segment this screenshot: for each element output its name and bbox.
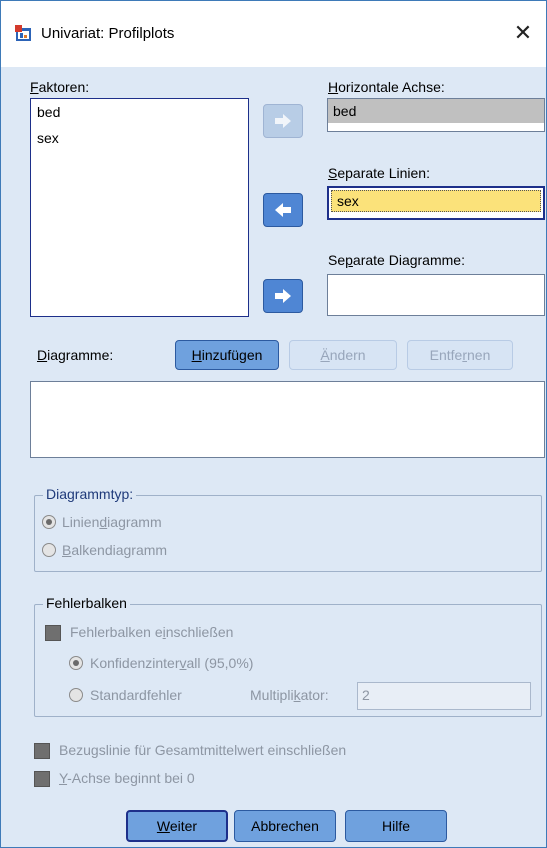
- move-from-lines-button[interactable]: [263, 193, 303, 227]
- reference-line-label: Bezugslinie für Gesamtmittelwert einschl…: [59, 742, 347, 758]
- separate-plots-value: [328, 275, 544, 299]
- arrow-left-icon: [275, 203, 291, 217]
- separate-lines-field[interactable]: sex: [327, 186, 545, 220]
- continue-button[interactable]: Weiter: [126, 810, 228, 842]
- separate-lines-value: sex: [331, 190, 541, 212]
- window-title: Univariat: Profilplots: [41, 25, 175, 42]
- confidence-interval-label: Konfidenzintervall (95,0%): [90, 655, 254, 671]
- separate-plots-field[interactable]: [327, 274, 545, 316]
- cancel-button[interactable]: Abbrechen: [234, 810, 336, 842]
- list-item[interactable]: bed: [31, 99, 248, 125]
- multiplier-label: Multiplikator:: [250, 687, 329, 703]
- multiplier-field[interactable]: 2: [357, 682, 531, 710]
- move-to-horizontal-button[interactable]: [263, 104, 303, 138]
- move-to-plots-button[interactable]: [263, 279, 303, 313]
- separate-lines-label: Separate Linien:: [328, 165, 430, 181]
- remove-button[interactable]: Entfernen: [407, 340, 513, 370]
- arrow-right-icon: [275, 114, 291, 128]
- plots-label: Diagramme:: [37, 347, 114, 363]
- separate-plots-label: Separate Diagramme:: [328, 252, 465, 268]
- help-label: Hilfe: [381, 818, 410, 834]
- title-bar: Univariat: Profilplots ✕: [1, 1, 546, 67]
- chart-type-legend: Diagrammtyp:: [43, 486, 137, 502]
- error-bars-legend: Fehlerbalken: [43, 595, 130, 611]
- horizontal-axis-value: bed: [328, 99, 544, 123]
- cancel-label: Abbrechen: [251, 818, 319, 834]
- factors-label: Faktoren:: [30, 79, 90, 95]
- bar-chart-label: Balkendiagramm: [62, 542, 168, 558]
- chart-type-group: Diagrammtyp:: [34, 486, 542, 572]
- plots-list[interactable]: [30, 381, 545, 458]
- standard-error-label: Standardfehler: [90, 687, 182, 703]
- arrow-right-icon: [275, 289, 291, 303]
- horizontal-axis-field[interactable]: bed: [327, 98, 545, 132]
- line-chart-label: Liniendiagramm: [62, 514, 162, 530]
- standard-error-radio[interactable]: [69, 688, 83, 702]
- bar-chart-radio[interactable]: [42, 543, 56, 557]
- help-button[interactable]: Hilfe: [345, 810, 447, 842]
- y-axis-zero-checkbox[interactable]: [34, 771, 50, 787]
- spss-dialog-icon: [15, 25, 33, 43]
- include-error-bars-label: Fehlerbalken einschließen: [70, 624, 234, 640]
- include-error-bars-checkbox[interactable]: [45, 625, 61, 641]
- line-chart-radio[interactable]: [42, 515, 56, 529]
- factors-list[interactable]: bed sex: [30, 98, 249, 317]
- confidence-interval-radio[interactable]: [69, 656, 83, 670]
- reference-line-checkbox[interactable]: [34, 743, 50, 759]
- horizontal-axis-label: Horizontale Achse:: [328, 79, 445, 95]
- list-item[interactable]: sex: [31, 125, 248, 151]
- dialog-window: Univariat: Profilplots ✕ Faktoren: bed s…: [0, 0, 547, 848]
- add-button[interactable]: Hinzufügen: [175, 340, 279, 370]
- change-button[interactable]: Ändern: [289, 340, 397, 370]
- y-axis-zero-label: Y-Achse beginnt bei 0: [59, 770, 195, 786]
- close-icon[interactable]: ✕: [500, 13, 546, 53]
